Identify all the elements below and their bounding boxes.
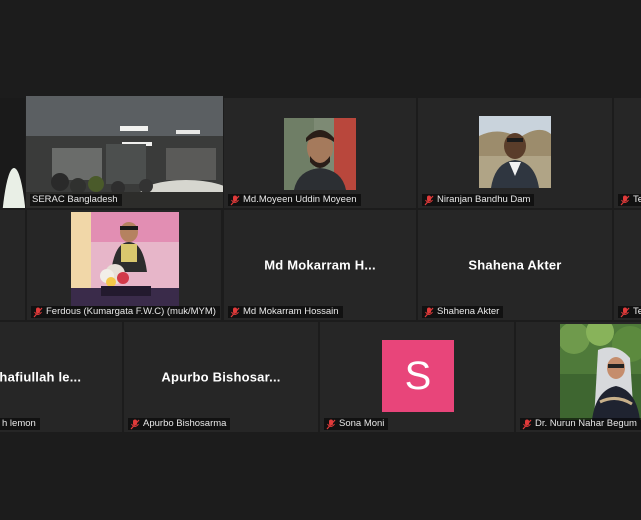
participant-name-label: Sona Moni: [324, 418, 389, 430]
participant-tile-serac[interactable]: SERAC Bangladesh: [26, 96, 223, 208]
participant-name-label: SERAC Bangladesh: [30, 194, 122, 206]
participant-tile-shafiullah[interactable]: shafiullah le... h lemon: [0, 322, 122, 432]
participant-name: Shahena Akter: [437, 306, 500, 317]
mic-muted-icon: [424, 195, 434, 205]
participant-name: Sona Moni: [339, 418, 385, 429]
participant-tile-nurun[interactable]: Dr. Nurun Nahar Begum: [516, 322, 641, 432]
participant-name-label: Ferdous (Kumargata F.W.C) (muk/MYM): [31, 306, 220, 318]
participant-video: [479, 116, 551, 188]
mic-muted-icon: [230, 307, 240, 317]
participant-display-name: Shahena Akter: [468, 257, 562, 273]
participant-tile-edge-right-1[interactable]: Te: [614, 98, 641, 208]
participant-video: [560, 324, 641, 420]
participant-display-name: Md Mokarram H...: [264, 257, 376, 273]
participant-tile-mokarram[interactable]: Md Mokarram H... Md Mokarram Hossain: [224, 210, 416, 320]
participant-name: Te: [633, 194, 641, 205]
participant-name-label: Te: [618, 306, 641, 318]
mic-muted-icon: [33, 307, 43, 317]
participant-tile-edge-left-1[interactable]: [0, 98, 25, 208]
mic-muted-icon: [130, 419, 140, 429]
participant-name-label: Apurbo Bishosarma: [128, 418, 231, 430]
mic-muted-icon: [620, 307, 630, 317]
participant-video: [71, 212, 179, 306]
avatar: S: [382, 340, 454, 412]
participant-name-label: Niranjan Bandhu Dam: [422, 194, 535, 206]
participant-tile-shahena[interactable]: Shahena Akter Shahena Akter: [418, 210, 612, 320]
participant-name-label: Md Mokarram Hossain: [228, 306, 343, 318]
participant-tile-niranjan[interactable]: Niranjan Bandhu Dam: [418, 98, 612, 208]
participant-name: SERAC Bangladesh: [32, 194, 118, 205]
participant-name: Niranjan Bandhu Dam: [437, 194, 531, 205]
mic-muted-icon: [230, 195, 240, 205]
participant-video: [0, 98, 25, 208]
mic-muted-icon: [424, 307, 434, 317]
participant-name: h lemon: [2, 418, 36, 429]
participant-display-name: Apurbo Bishosar...: [161, 369, 281, 385]
participant-tile-edge-left-2[interactable]: [0, 210, 25, 320]
participant-name: Ferdous (Kumargata F.W.C) (muk/MYM): [46, 306, 216, 317]
mic-muted-icon: [326, 419, 336, 429]
participant-name-label: h lemon: [0, 418, 40, 430]
mic-muted-icon: [522, 419, 532, 429]
participant-name: Md Mokarram Hossain: [243, 306, 339, 317]
participant-name-label: Te: [618, 194, 641, 206]
participant-video: [26, 96, 223, 208]
participant-name: Te: [633, 306, 641, 317]
participant-name: Md.Moyeen Uddin Moyeen: [243, 194, 357, 205]
participant-name-label: Shahena Akter: [422, 306, 504, 318]
participant-tile-apurbo[interactable]: Apurbo Bishosar... Apurbo Bishosarma: [124, 322, 318, 432]
participant-name: Dr. Nurun Nahar Begum: [535, 418, 637, 429]
participant-tile-moyeen[interactable]: Md.Moyeen Uddin Moyeen: [224, 98, 416, 208]
mic-muted-icon: [620, 195, 630, 205]
participant-display-name: shafiullah le...: [0, 369, 82, 385]
participant-name-label: Md.Moyeen Uddin Moyeen: [228, 194, 361, 206]
participant-tile-edge-right-2[interactable]: Te: [614, 210, 641, 320]
participant-name-label: Dr. Nurun Nahar Begum: [520, 418, 641, 430]
participant-name: Apurbo Bishosarma: [143, 418, 227, 429]
participant-tile-ferdous[interactable]: Ferdous (Kumargata F.W.C) (muk/MYM): [27, 210, 221, 320]
participant-video: [284, 118, 356, 190]
participant-tile-sona[interactable]: S Sona Moni: [320, 322, 514, 432]
